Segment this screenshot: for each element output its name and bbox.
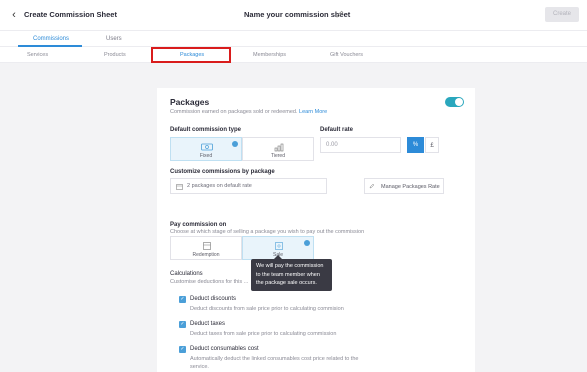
learn-more-link[interactable]: Learn More	[299, 109, 327, 115]
deduct-discounts-desc: Deduct discounts from sale price prior t…	[190, 306, 344, 312]
sub-tabs	[0, 47, 587, 63]
subtab-memberships[interactable]: Memberships	[253, 52, 286, 58]
option-redemption[interactable]: Redemption	[170, 236, 242, 260]
deduct-taxes-desc: Deduct taxes from sale price prior to ca…	[190, 331, 337, 337]
edit-pencil-icon	[369, 183, 375, 189]
package-box-icon	[176, 184, 183, 190]
customize-label: Customize commissions by package	[170, 169, 275, 175]
currency-unit-button[interactable]: £	[425, 137, 439, 153]
calculations-label: Calculations	[170, 271, 203, 277]
fixed-money-icon	[201, 143, 213, 151]
packages-summary: 2 packages on default rate	[187, 183, 252, 189]
main-tabs	[0, 31, 587, 46]
tab-users[interactable]: Users	[106, 36, 122, 42]
pay-on-description: Choose at which stage of selling a packa…	[170, 229, 365, 235]
default-rate-input[interactable]: 0.00	[320, 137, 401, 153]
percent-unit-button[interactable]: %	[407, 137, 424, 153]
deduct-consumables-desc: Automatically deduct the linked consumab…	[190, 356, 359, 370]
pay-on-label: Pay commission on	[170, 222, 227, 228]
redemption-icon	[203, 242, 211, 250]
packages-highlight-box	[151, 47, 231, 63]
deduct-consumables-checkbox[interactable]: ✓	[179, 346, 186, 353]
deduct-taxes-checkbox[interactable]: ✓	[179, 321, 186, 328]
back-arrow-icon[interactable]: ‹	[8, 9, 20, 21]
section-title: Packages	[170, 97, 210, 107]
packages-selector[interactable]: 2 packages on default rate	[170, 178, 327, 194]
option-tiered[interactable]: Tiered	[242, 137, 314, 161]
subtab-gift-vouchers[interactable]: Gift Vouchers	[330, 52, 363, 58]
option-fixed-label: Fixed	[199, 153, 213, 159]
section-description-text: Commission earned on packages sold or re…	[170, 109, 298, 115]
pencil-edit-icon[interactable]	[335, 9, 345, 19]
toggle-knob	[455, 98, 463, 106]
sale-tooltip: We will pay the commission to the team m…	[251, 259, 332, 291]
option-tiered-label: Tiered	[271, 153, 285, 159]
subtab-services[interactable]: Services	[27, 52, 48, 58]
deduct-discounts-checkbox[interactable]: ✓	[179, 296, 186, 303]
manage-packages-rate-button[interactable]: Manage Packages Rate	[364, 178, 444, 194]
option-redemption-label: Redemption	[192, 252, 220, 258]
option-fixed[interactable]: Fixed	[170, 137, 242, 161]
commission-type-label: Default commission type	[170, 127, 242, 133]
tab-commissions[interactable]: Commissions	[33, 36, 69, 42]
default-rate-label: Default rate	[320, 127, 354, 133]
deduct-discounts-title: Deduct discounts	[190, 296, 237, 302]
tiered-chart-icon	[274, 143, 284, 152]
selected-check-icon	[232, 141, 238, 147]
subtab-products[interactable]: Products	[104, 52, 126, 58]
calculations-description: Customise deductions for this ...	[170, 279, 249, 285]
section-description: Commission earned on packages sold or re…	[170, 109, 327, 115]
sale-tag-icon	[275, 242, 283, 250]
create-button[interactable]: Create	[545, 7, 579, 22]
deduct-taxes-title: Deduct taxes	[190, 321, 226, 327]
page-title: Create Commission Sheet	[24, 10, 117, 19]
deduct-consumables-title: Deduct consumables cost	[190, 346, 259, 352]
selected-check-icon	[304, 240, 310, 246]
